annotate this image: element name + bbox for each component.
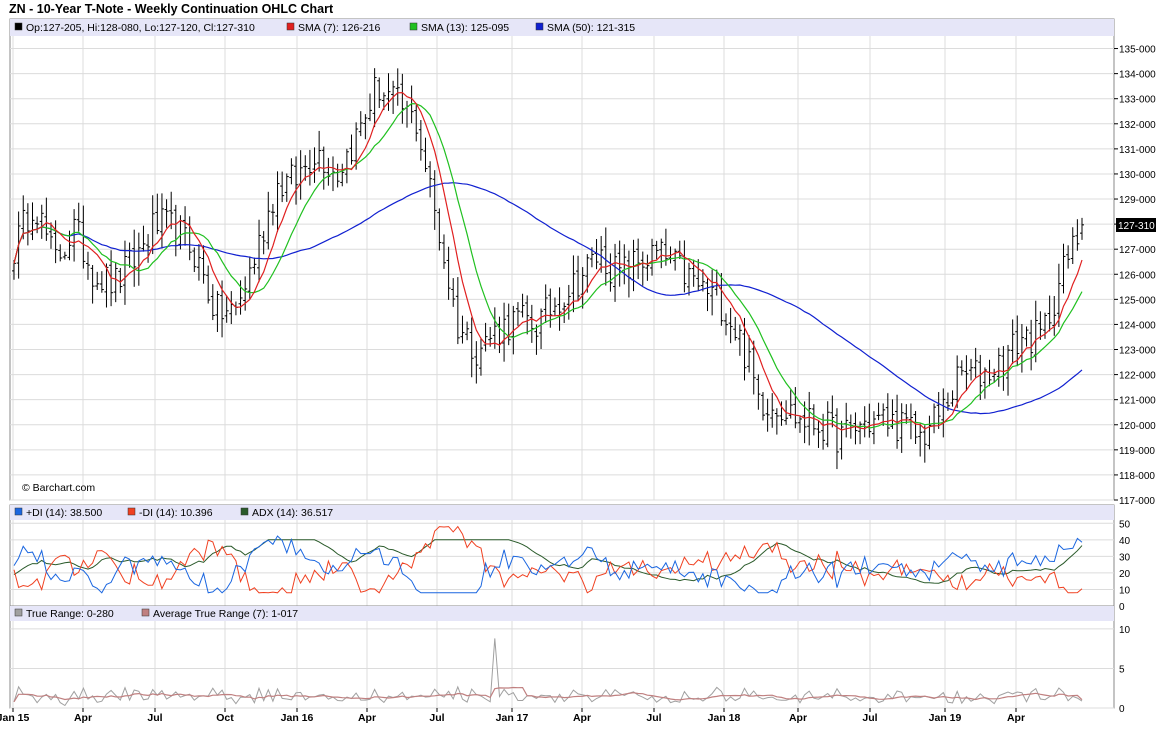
y-tick-label: 0 bbox=[1119, 704, 1125, 715]
y-tick-label: 10 bbox=[1119, 625, 1131, 636]
y-tick-label: 134-000 bbox=[1119, 70, 1156, 81]
legend-label: SMA (13): 125-095 bbox=[421, 22, 509, 34]
legend-swatch bbox=[286, 22, 295, 31]
legend-label: Op:127-205, Hi:128-080, Lo:127-120, Cl:1… bbox=[26, 22, 255, 34]
y-tick-label: 117-000 bbox=[1119, 496, 1155, 507]
dmi-legend: +DI (14): 38.500 -DI (14): 10.396 ADX (14)… bbox=[14, 507, 333, 519]
true-range-panel: True Range: 0-280 Average True Range (7):… bbox=[9, 605, 1131, 715]
legend-swatch bbox=[535, 22, 544, 31]
dmi-axis: 0 10 20 30 40 50 bbox=[1119, 519, 1131, 613]
last-price-tag-label: 127-310 bbox=[1118, 221, 1155, 232]
dmi-panel-frame bbox=[9, 504, 1115, 607]
y-tick-label: 122-000 bbox=[1119, 371, 1156, 382]
legend-swatch bbox=[141, 608, 150, 617]
y-tick-label: 125-000 bbox=[1119, 295, 1156, 306]
y-tick-label: 127-000 bbox=[1119, 245, 1156, 256]
y-tick-label: 135-000 bbox=[1119, 45, 1156, 56]
x-tick-label: Jul bbox=[147, 712, 162, 724]
legend-swatch bbox=[14, 507, 23, 516]
legend-label: +DI (14): 38.500 bbox=[26, 507, 102, 519]
y-tick-label: 50 bbox=[1119, 519, 1131, 530]
legend-swatch bbox=[14, 22, 23, 31]
tr-panel-frame bbox=[9, 605, 1115, 709]
price-panel-frame bbox=[9, 18, 1115, 501]
x-tick-label: Oct bbox=[216, 712, 234, 724]
price-panel: Op:127-205, Hi:128-080, Lo:127-120, Cl:1… bbox=[9, 18, 1156, 507]
copyright-label: © Barchart.com bbox=[22, 482, 95, 494]
y-tick-label: 0 bbox=[1119, 602, 1125, 613]
ohlc-chart: ZN - 10-Year T-Note - Weekly Continuatio… bbox=[0, 2, 1156, 724]
x-tick-label: Jan 18 bbox=[708, 712, 741, 724]
legend-swatch bbox=[240, 507, 249, 516]
last-price-tag: 127-310 bbox=[1116, 218, 1156, 232]
y-tick-label: 30 bbox=[1119, 552, 1131, 563]
x-tick-label: Jan 17 bbox=[496, 712, 529, 724]
y-tick-label: 10 bbox=[1119, 585, 1131, 596]
y-tick-label: 133-000 bbox=[1119, 95, 1156, 106]
price-axis: 117-000 118-000 119-000 120-000 121-000 122-0… bbox=[1114, 45, 1156, 507]
x-tick-label: Apr bbox=[358, 712, 376, 724]
tr-legend: True Range: 0-280 Average True Range (7):… bbox=[14, 608, 298, 620]
y-tick-label: 131-000 bbox=[1119, 145, 1156, 156]
y-tick-label: 5 bbox=[1119, 664, 1125, 675]
y-tick-label: 119-000 bbox=[1119, 446, 1155, 457]
legend-label: ADX (14): 36.517 bbox=[252, 507, 333, 519]
x-axis: Jan 15 Apr Jul Oct Jan 16 Apr Jul Jan 17 Apr Jul J… bbox=[0, 708, 1025, 724]
x-tick-label: Apr bbox=[74, 712, 92, 724]
legend-label: Average True Range (7): 1-017 bbox=[153, 608, 298, 620]
legend-swatch bbox=[409, 22, 418, 31]
legend-swatch bbox=[14, 608, 23, 617]
x-tick-label: Jul bbox=[429, 712, 444, 724]
y-tick-label: 126-000 bbox=[1119, 270, 1156, 281]
y-tick-label: 130-000 bbox=[1119, 170, 1156, 181]
y-tick-label: 124-000 bbox=[1119, 320, 1156, 331]
x-tick-label: Apr bbox=[573, 712, 591, 724]
legend-label: SMA (50): 121-315 bbox=[547, 22, 635, 34]
x-tick-label: Jul bbox=[862, 712, 877, 724]
legend-label: SMA (7): 126-216 bbox=[298, 22, 380, 34]
dmi-panel: +DI (14): 38.500 -DI (14): 10.396 ADX (14)… bbox=[9, 504, 1131, 613]
x-tick-label: Jan 16 bbox=[281, 712, 314, 724]
y-tick-label: 121-000 bbox=[1119, 396, 1156, 407]
x-tick-label: Jul bbox=[646, 712, 661, 724]
y-tick-label: 123-000 bbox=[1119, 346, 1156, 357]
legend-swatch bbox=[127, 507, 136, 516]
y-tick-label: 129-000 bbox=[1119, 195, 1156, 206]
tr-axis: 0 5 10 bbox=[1119, 625, 1131, 715]
chart-title: ZN - 10-Year T-Note - Weekly Continuatio… bbox=[9, 2, 334, 16]
x-tick-label: Jan 19 bbox=[929, 712, 962, 724]
x-tick-label: Apr bbox=[789, 712, 807, 724]
y-tick-label: 120-000 bbox=[1119, 421, 1156, 432]
y-tick-label: 118-000 bbox=[1119, 471, 1155, 482]
y-tick-label: 132-000 bbox=[1119, 120, 1156, 131]
legend-label: True Range: 0-280 bbox=[26, 608, 114, 620]
y-tick-label: 20 bbox=[1119, 569, 1131, 580]
legend-label: -DI (14): 10.396 bbox=[139, 507, 213, 519]
y-tick-label: 40 bbox=[1119, 536, 1131, 547]
x-tick-label: Jan 15 bbox=[0, 712, 29, 724]
x-tick-label: Apr bbox=[1007, 712, 1025, 724]
